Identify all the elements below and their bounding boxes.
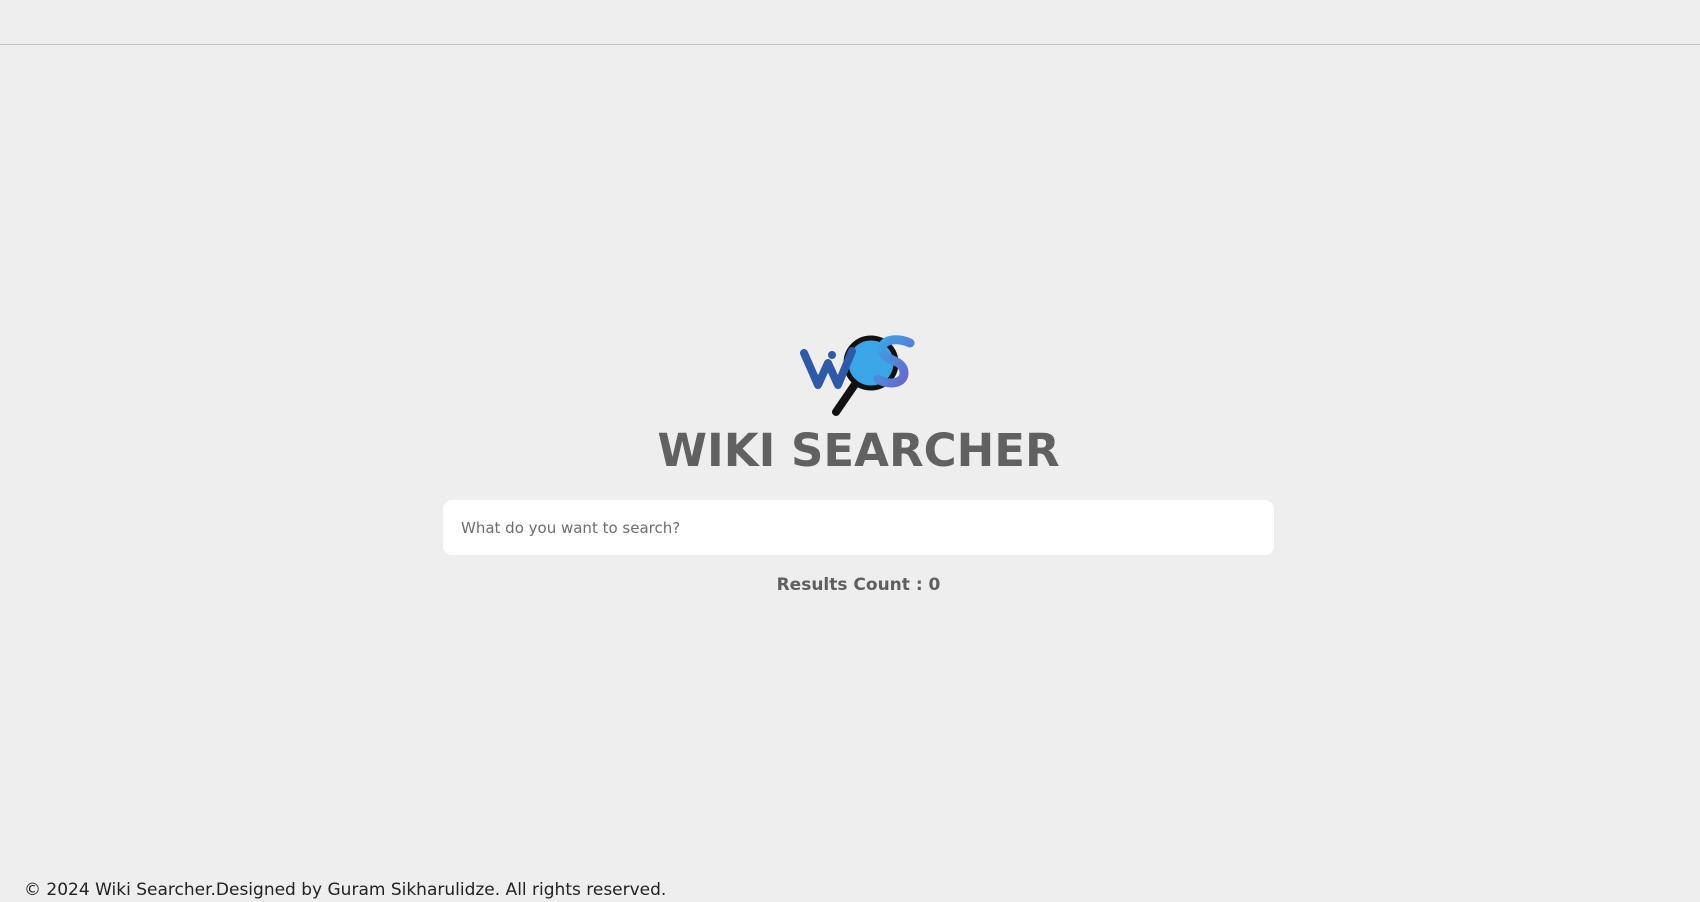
results-count: Results Count : 0	[776, 575, 941, 595]
page-title: WIKI SEARCHER	[657, 424, 1060, 477]
search-box[interactable]	[443, 500, 1274, 555]
footer-copyright: © 2024 Wiki Searcher.Designed by Guram S…	[24, 880, 667, 900]
search-input[interactable]	[443, 500, 1274, 555]
main-content: WIKI SEARCHER Results Count : 0 © 2024 W…	[0, 0, 1700, 902]
wiki-searcher-logo-icon	[800, 333, 916, 417]
